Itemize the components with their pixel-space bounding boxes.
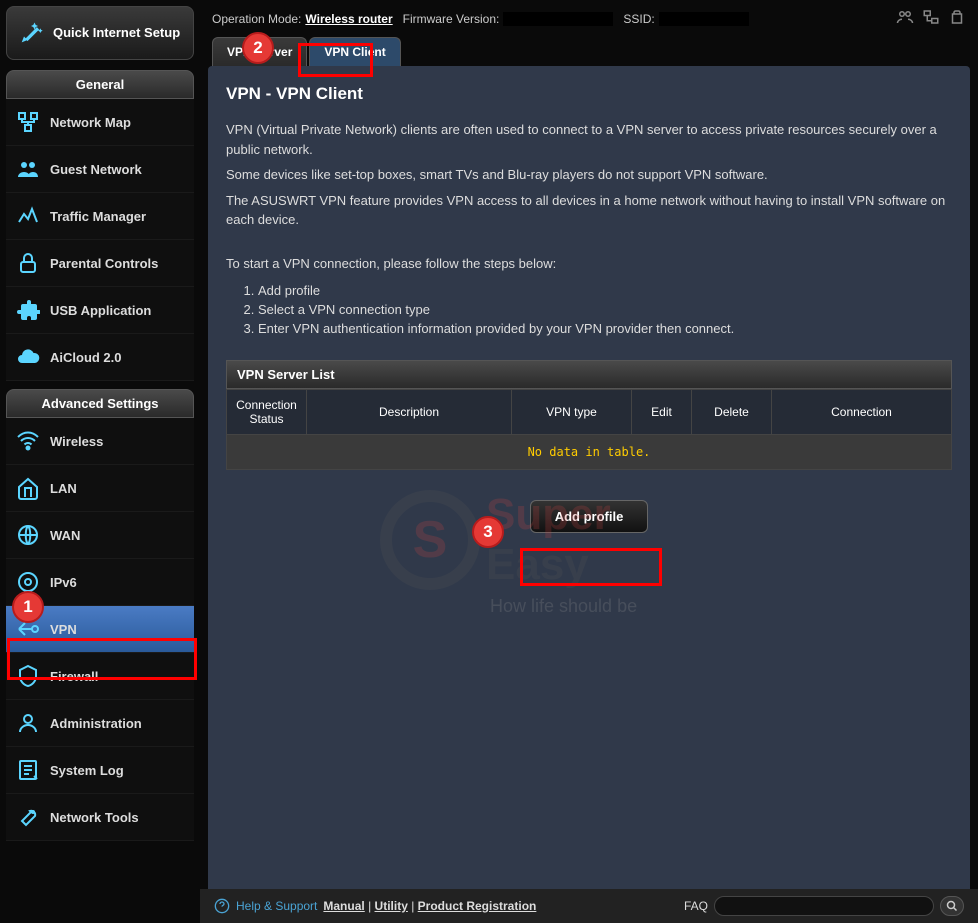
users-icon[interactable]: [896, 8, 914, 29]
section-general-header: General: [6, 70, 194, 99]
faq-label: FAQ: [684, 899, 708, 913]
cloud-icon: [16, 345, 40, 369]
topbar: Operation Mode: Wireless router Firmware…: [200, 0, 978, 37]
annotation-badge-2: 2: [242, 32, 274, 64]
guest-network-icon: [16, 157, 40, 181]
section-advanced-header: Advanced Settings: [6, 389, 194, 418]
quick-internet-setup-button[interactable]: Quick Internet Setup: [6, 6, 194, 60]
sidebar-item-label: Network Tools: [50, 810, 139, 825]
traffic-icon: [16, 204, 40, 228]
tab-vpn-client[interactable]: VPN Client: [309, 37, 400, 66]
sidebar-item-firewall[interactable]: Firewall: [6, 653, 194, 700]
steps-intro: To start a VPN connection, please follow…: [226, 254, 952, 274]
step-item: Add profile: [258, 283, 952, 298]
firmware-value-redacted: [503, 12, 613, 26]
sidebar-item-label: Guest Network: [50, 162, 142, 177]
sidebar-item-traffic-manager[interactable]: Traffic Manager: [6, 193, 194, 240]
ssid-label: SSID:: [623, 12, 654, 26]
sidebar-item-label: WAN: [50, 528, 80, 543]
sidebar-item-label: Administration: [50, 716, 142, 731]
tabs: VPN Server VPN Client: [200, 37, 978, 66]
sidebar-item-label: Firewall: [50, 669, 98, 684]
table-header: Edit: [632, 390, 692, 435]
ssid-value-redacted: [659, 12, 749, 26]
log-icon: [16, 758, 40, 782]
globe-icon: [16, 523, 40, 547]
intro-p3: The ASUSWRT VPN feature provides VPN acc…: [226, 191, 952, 230]
sidebar-item-label: Traffic Manager: [50, 209, 146, 224]
sidebar-item-label: Parental Controls: [50, 256, 158, 271]
operation-mode-value[interactable]: Wireless router: [305, 12, 392, 26]
faq-search-input[interactable]: [714, 896, 934, 916]
wand-icon: [17, 19, 45, 47]
footer-product-reg-link[interactable]: Product Registration: [418, 899, 537, 913]
sidebar-item-network-map[interactable]: Network Map: [6, 99, 194, 146]
sidebar-item-label: AiCloud 2.0: [50, 350, 122, 365]
step-item: Enter VPN authentication information pro…: [258, 321, 952, 336]
home-icon: [16, 476, 40, 500]
faq-search-button[interactable]: [940, 896, 964, 916]
footer-utility-link[interactable]: Utility: [375, 899, 408, 913]
sidebar-item-system-log[interactable]: System Log: [6, 747, 194, 794]
person-icon: [16, 711, 40, 735]
operation-mode-label: Operation Mode:: [212, 12, 301, 26]
sidebar-item-label: System Log: [50, 763, 124, 778]
sidebar-item-administration[interactable]: Administration: [6, 700, 194, 747]
vpn-server-table: Connection Status Description VPN type E…: [226, 389, 952, 470]
firmware-label: Firmware Version:: [403, 12, 500, 26]
sidebar: Quick Internet Setup General Network Map…: [0, 0, 200, 923]
vpn-server-list-header: VPN Server List: [226, 360, 952, 389]
shield-icon: [16, 664, 40, 688]
sidebar-item-aicloud[interactable]: AiCloud 2.0: [6, 334, 194, 381]
step-item: Select a VPN connection type: [258, 302, 952, 317]
wrench-icon: [16, 805, 40, 829]
qis-label: Quick Internet Setup: [53, 25, 180, 41]
sidebar-item-wan[interactable]: WAN: [6, 512, 194, 559]
steps-list: Add profile Select a VPN connection type…: [258, 283, 952, 336]
sidebar-item-label: LAN: [50, 481, 77, 496]
annotation-badge-1: 1: [12, 591, 44, 623]
table-header: Connection: [772, 390, 952, 435]
sidebar-item-label: Network Map: [50, 115, 131, 130]
sidebar-item-parental-controls[interactable]: Parental Controls: [6, 240, 194, 287]
network-status-icon[interactable]: [922, 8, 940, 29]
intro-p2: Some devices like set-top boxes, smart T…: [226, 165, 952, 185]
sidebar-item-wireless[interactable]: Wireless: [6, 418, 194, 465]
main-content: Operation Mode: Wireless router Firmware…: [200, 0, 978, 923]
sidebar-item-label: Wireless: [50, 434, 103, 449]
sidebar-item-label: VPN: [50, 622, 77, 637]
sidebar-item-usb-application[interactable]: USB Application: [6, 287, 194, 334]
help-support: Help & Support: [214, 898, 317, 914]
sidebar-item-label: IPv6: [50, 575, 77, 590]
table-empty-message: No data in table.: [227, 435, 952, 470]
add-profile-button[interactable]: Add profile: [530, 500, 649, 533]
table-header: Delete: [692, 390, 772, 435]
annotation-badge-3: 3: [472, 516, 504, 548]
table-header: VPN type: [512, 390, 632, 435]
page-title: VPN - VPN Client: [226, 84, 952, 104]
content-panel: VPN - VPN Client VPN (Virtual Private Ne…: [208, 66, 970, 915]
lock-icon: [16, 251, 40, 275]
usb-icon[interactable]: [948, 8, 966, 29]
sidebar-item-label: USB Application: [50, 303, 151, 318]
table-header: Description: [307, 390, 512, 435]
intro-p1: VPN (Virtual Private Network) clients ar…: [226, 120, 952, 159]
footer-manual-link[interactable]: Manual: [323, 899, 364, 913]
table-header: Connection Status: [227, 390, 307, 435]
sidebar-item-lan[interactable]: LAN: [6, 465, 194, 512]
footer: Help & Support Manual | Utility | Produc…: [200, 889, 978, 923]
sidebar-item-guest-network[interactable]: Guest Network: [6, 146, 194, 193]
puzzle-icon: [16, 298, 40, 322]
wifi-icon: [16, 429, 40, 453]
network-map-icon: [16, 110, 40, 134]
sidebar-item-network-tools[interactable]: Network Tools: [6, 794, 194, 841]
